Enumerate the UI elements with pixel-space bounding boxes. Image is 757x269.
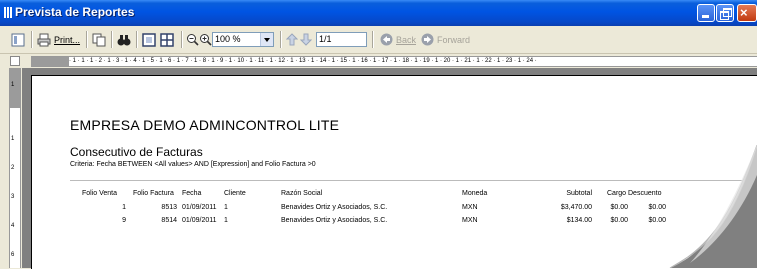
print-label: Print... [54, 34, 81, 45]
arrow-up-icon [286, 33, 298, 46]
document-map-icon [11, 33, 25, 46]
report-title: Consecutivo de Facturas [70, 145, 203, 159]
single-page-button[interactable] [142, 30, 156, 49]
cell-cargo: $0.00 [610, 217, 628, 224]
back-button[interactable]: Back [380, 30, 416, 49]
cell-folio-factura: 8513 [161, 204, 177, 211]
column-header: Moneda [462, 190, 488, 197]
page-curl [669, 145, 757, 268]
cell-cliente: 1 [224, 217, 228, 224]
binoculars-icon [117, 34, 131, 45]
cell-fecha: 01/09/2011 [182, 204, 217, 211]
back-label: Back [396, 34, 417, 45]
forward-button[interactable]: Forward [421, 30, 470, 49]
cell-moneda: MXN [462, 204, 478, 211]
zoom-out-icon [187, 34, 199, 46]
cell-razon-social: Benavides Ortiz y Asociados, S.C. [281, 217, 388, 224]
forward-arrow-icon [421, 33, 434, 46]
cell-cargo: $0.00 [610, 204, 628, 211]
zoom-value: 100 % [215, 34, 241, 44]
column-header: Folio Factura [133, 190, 174, 197]
ruler-ticks: · 1 · 1 · 1 · 2 · 1 · 3 · 1 · 4 · 1 · 5 … [69, 58, 537, 64]
ruler-number: 4 [11, 223, 15, 229]
cell-folio-venta: 9 [122, 217, 126, 224]
window-title: Prevista de Reportes [15, 5, 135, 19]
cell-folio-factura: 8514 [161, 217, 177, 224]
title-bar: Prevista de Reportes × [0, 0, 757, 26]
column-header: Cargo [607, 190, 627, 197]
cell-subtotal: $3,470.00 [560, 204, 592, 211]
toggle-tree-button[interactable] [11, 30, 25, 49]
chevron-down-icon[interactable] [260, 33, 273, 46]
column-header: Folio Venta [82, 190, 118, 197]
report-criteria: Criteria: Fecha BETWEEN <All values> AND… [70, 161, 316, 168]
close-button[interactable]: × [737, 4, 757, 22]
next-page-button[interactable] [300, 30, 312, 49]
cell-fecha: 01/09/2011 [182, 217, 217, 224]
report-page: EMPRESA DEMO ADMINCONTROL LITE Consecuti… [31, 75, 757, 269]
ruler-number: 3 [11, 194, 15, 200]
vertical-ruler: 1 1 2 3 4 6 [9, 68, 21, 268]
copy-button[interactable] [92, 30, 106, 49]
arrow-down-icon [300, 33, 312, 46]
close-icon: × [740, 5, 748, 20]
zoom-in-button[interactable] [199, 30, 212, 49]
previous-page-button[interactable] [286, 30, 298, 49]
multi-page-button[interactable] [160, 30, 174, 49]
back-arrow-icon [380, 33, 393, 46]
cell-folio-venta: 1 [122, 204, 126, 211]
column-header: Fecha [182, 190, 202, 197]
ruler-margin [10, 68, 20, 108]
cell-moneda: MXN [462, 217, 478, 224]
ruler-number: 1 [11, 136, 15, 142]
cell-cliente: 1 [224, 204, 228, 211]
ruler-number: 2 [11, 165, 15, 171]
ruler-number: 6 [11, 252, 15, 258]
column-header: Razón Social [281, 190, 323, 197]
ruler-number: 1 [11, 82, 15, 88]
column-header: Subtotal [566, 190, 592, 197]
toolbar: Print... 100 % 1/1 Back Forward [0, 26, 757, 54]
horizontal-ruler: · 1 · 1 · 1 · 2 · 1 · 3 · 1 · 4 · 1 · 5 … [0, 55, 757, 68]
app-icon [4, 7, 13, 18]
column-header: Cliente [224, 190, 246, 197]
printer-icon [37, 33, 51, 46]
ruler-margin [31, 57, 69, 66]
company-name: EMPRESA DEMO ADMINCONTROL LITE [70, 117, 340, 133]
minimize-button[interactable] [697, 4, 715, 22]
forward-label: Forward [437, 34, 471, 45]
print-button[interactable]: Print... [37, 30, 80, 49]
zoom-out-button[interactable] [186, 30, 199, 49]
minimize-icon [702, 15, 709, 18]
zoom-select[interactable]: 100 % [212, 32, 274, 47]
find-button[interactable] [117, 30, 131, 49]
page-number-input[interactable]: 1/1 [316, 32, 367, 47]
single-page-icon [142, 32, 156, 47]
multi-page-icon [160, 32, 174, 47]
cell-razon-social: Benavides Ortiz y Asociados, S.C. [281, 204, 388, 211]
column-header: Descuento [628, 190, 662, 197]
restore-button[interactable] [716, 4, 734, 22]
preview-area[interactable]: EMPRESA DEMO ADMINCONTROL LITE Consecuti… [22, 68, 757, 269]
zoom-in-icon [200, 34, 212, 46]
cell-subtotal: $134.00 [566, 217, 592, 224]
ruler-corner [10, 56, 20, 66]
page-number-value: 1/1 [319, 34, 332, 44]
copy-icon [92, 33, 106, 46]
